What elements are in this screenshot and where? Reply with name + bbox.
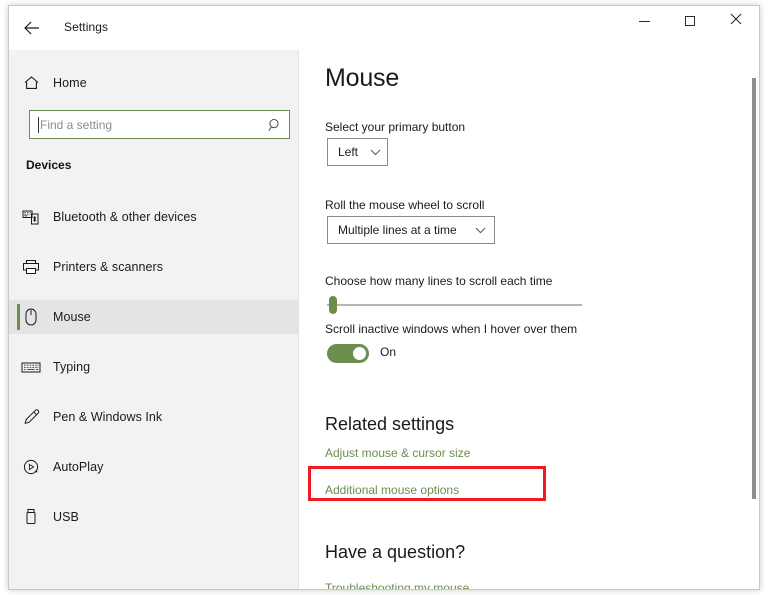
home-icon	[9, 75, 53, 91]
back-arrow-icon	[24, 21, 40, 35]
app-title: Settings	[64, 20, 108, 34]
sidebar-item-pen[interactable]: Pen & Windows Ink	[9, 400, 298, 434]
lines-slider-label: Choose how many lines to scroll each tim…	[325, 274, 552, 288]
minimize-icon	[639, 21, 650, 22]
sidebar-item-label: Printers & scanners	[53, 260, 163, 274]
pen-icon	[9, 408, 53, 426]
sidebar-item-label-home: Home	[53, 76, 87, 90]
scrollbar-thumb[interactable]	[752, 78, 756, 499]
close-button[interactable]	[713, 6, 759, 36]
sidebar-item-printers[interactable]: Printers & scanners	[9, 250, 298, 284]
sidebar-item-usb[interactable]: USB	[9, 500, 298, 534]
wheel-scroll-label: Roll the mouse wheel to scroll	[325, 198, 484, 212]
sidebar-item-label: Bluetooth & other devices	[53, 210, 197, 224]
sidebar-item-label: AutoPlay	[53, 460, 103, 474]
wheel-scroll-dropdown[interactable]: Multiple lines at a time	[327, 216, 495, 244]
chevron-down-icon	[358, 149, 381, 156]
search-box[interactable]	[29, 110, 290, 139]
sidebar-nav-list: Bluetooth & other devices Printers & sca…	[9, 200, 298, 550]
sidebar-item-bluetooth[interactable]: Bluetooth & other devices	[9, 200, 298, 234]
maximize-icon	[685, 16, 695, 26]
sidebar-item-label: Mouse	[53, 310, 91, 324]
chevron-down-icon	[463, 227, 486, 234]
text-caret	[38, 117, 39, 133]
bluetooth-devices-icon	[9, 209, 53, 225]
primary-button-dropdown[interactable]: Left	[327, 138, 388, 166]
maximize-button[interactable]	[667, 6, 713, 36]
keyboard-icon	[9, 360, 53, 374]
back-button[interactable]	[15, 12, 49, 44]
link-additional-mouse-options[interactable]: Additional mouse options	[325, 483, 459, 497]
related-settings-heading: Related settings	[325, 414, 454, 435]
inactive-scroll-label: Scroll inactive windows when I hover ove…	[325, 322, 577, 336]
link-adjust-cursor-size[interactable]: Adjust mouse & cursor size	[325, 446, 470, 460]
slider-thumb[interactable]	[329, 296, 337, 314]
sidebar-item-autoplay[interactable]: AutoPlay	[9, 450, 298, 484]
sidebar-item-home[interactable]: Home	[9, 66, 298, 100]
search-input[interactable]	[40, 111, 260, 138]
close-icon	[730, 12, 742, 30]
title-bar: Settings	[9, 6, 759, 50]
primary-button-value: Left	[338, 145, 358, 159]
minimize-button[interactable]	[621, 6, 667, 36]
content-pane: Mouse Select your primary button Left Ro…	[300, 50, 760, 590]
lines-slider[interactable]	[327, 296, 582, 314]
search-icon[interactable]	[265, 115, 285, 135]
usb-icon	[9, 508, 53, 526]
content-scrollbar[interactable]	[752, 78, 756, 499]
slider-track	[327, 304, 582, 306]
mouse-icon	[9, 308, 53, 326]
printer-icon	[9, 259, 53, 275]
toggle-knob	[353, 347, 366, 360]
primary-button-label: Select your primary button	[325, 120, 465, 134]
sidebar-item-label: Typing	[53, 360, 90, 374]
settings-window: Settings Home	[8, 5, 760, 590]
page-title: Mouse	[325, 64, 399, 93]
toggle-state-label: On	[380, 345, 396, 359]
sidebar-item-label: USB	[53, 510, 79, 524]
autoplay-icon	[9, 458, 53, 476]
link-troubleshooting-mouse[interactable]: Troubleshooting my mouse	[325, 581, 469, 590]
sidebar-item-label: Pen & Windows Ink	[53, 410, 162, 424]
wheel-scroll-value: Multiple lines at a time	[338, 223, 457, 237]
have-a-question-heading: Have a question?	[325, 542, 465, 563]
inactive-scroll-toggle[interactable]	[327, 344, 369, 363]
sidebar-item-mouse[interactable]: Mouse	[9, 300, 298, 334]
sidebar-item-typing[interactable]: Typing	[9, 350, 298, 384]
sidebar-group-header: Devices	[26, 158, 71, 172]
sidebar: Home Devices	[9, 50, 299, 590]
